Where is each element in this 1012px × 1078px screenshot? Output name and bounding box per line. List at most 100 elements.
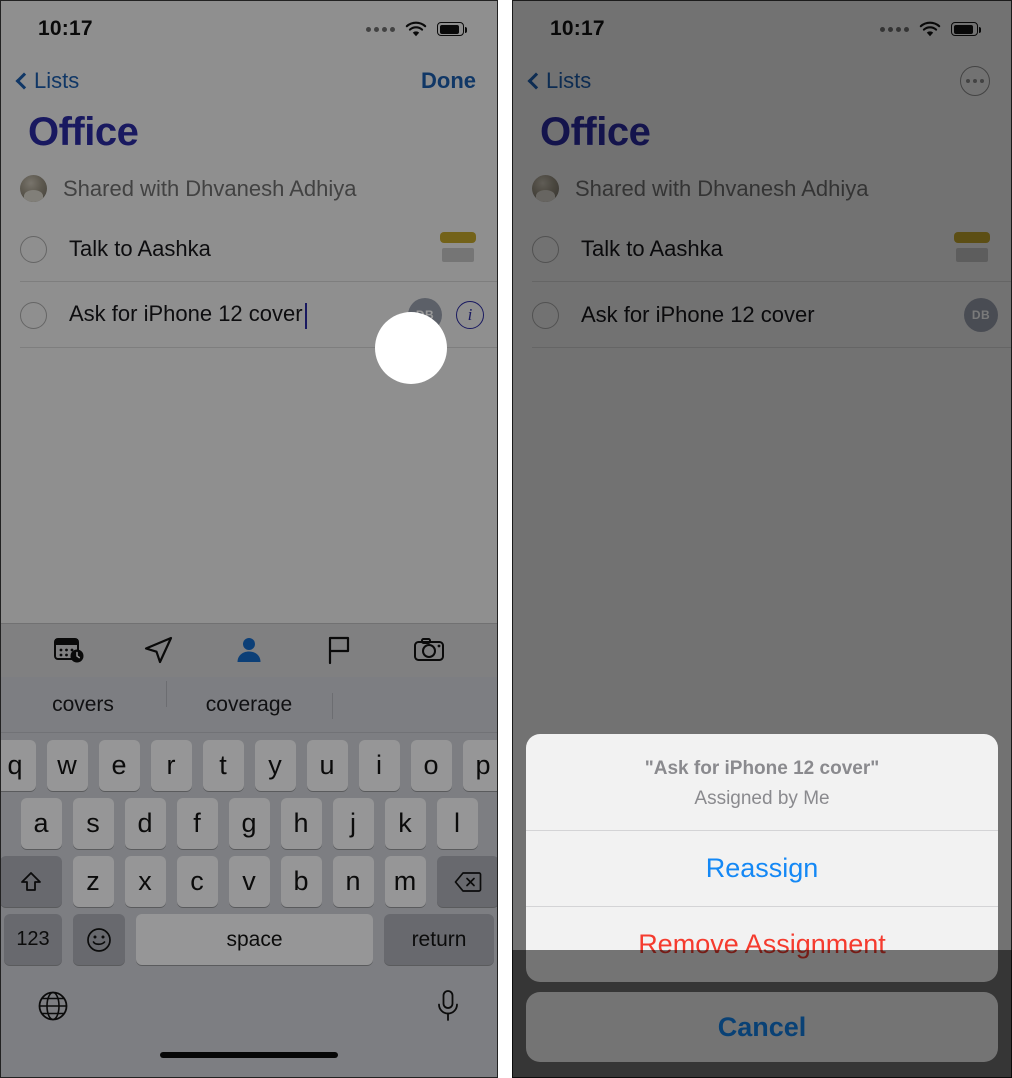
page-title: Office — [28, 110, 139, 154]
table-row[interactable]: Talk to Aashka — [512, 216, 1012, 282]
key-l[interactable]: l — [436, 798, 478, 849]
incomplete-circle-icon[interactable] — [532, 301, 559, 329]
key-t[interactable]: t — [202, 740, 244, 791]
action-sheet: "Ask for iPhone 12 cover" Assigned by Me… — [512, 734, 1012, 1078]
software-keyboard: covers coverage q w e r t y u i o p a s … — [0, 677, 498, 1078]
globe-language-icon[interactable] — [36, 989, 70, 1028]
back-button[interactable]: Lists — [524, 68, 591, 94]
person-icon[interactable] — [233, 635, 265, 667]
smiley-face-icon[interactable] — [73, 914, 125, 965]
navigation-bar: Lists — [512, 58, 1012, 104]
info-circle-icon[interactable]: i — [456, 301, 484, 329]
key-f[interactable]: f — [176, 798, 218, 849]
wifi-icon — [405, 21, 427, 38]
reminder-list: Talk to Aashka Ask for iPhone 12 cover D… — [0, 216, 498, 623]
shared-with-label: Shared with Dhvanesh Adhiya — [63, 175, 357, 201]
key-g[interactable]: g — [228, 798, 270, 849]
reminder-title: Talk to Aashka — [581, 236, 723, 261]
key-x[interactable]: x — [124, 856, 166, 907]
screenshot-stage: 10:17 Lists Done Office Shared with Dhva… — [0, 0, 1012, 1078]
assignee-avatar[interactable]: DB — [964, 298, 998, 332]
wifi-icon — [919, 21, 941, 38]
action-sheet-header: "Ask for iPhone 12 cover" Assigned by Me — [526, 734, 998, 830]
table-row[interactable]: Talk to Aashka — [0, 216, 498, 282]
cancel-button[interactable]: Cancel — [526, 992, 998, 1062]
contact-photo-avatar — [20, 175, 47, 202]
action-sheet-title: "Ask for iPhone 12 cover" — [644, 758, 880, 779]
key-n[interactable]: n — [332, 856, 374, 907]
key-k[interactable]: k — [384, 798, 426, 849]
key-s[interactable]: s — [72, 798, 114, 849]
incomplete-circle-icon[interactable] — [20, 301, 47, 329]
text-cursor — [304, 302, 307, 329]
status-bar-clock: 10:17 — [38, 17, 93, 40]
key-z[interactable]: z — [72, 856, 114, 907]
key-v[interactable]: v — [228, 856, 270, 907]
status-bar: 10:17 — [0, 0, 498, 58]
battery-icon — [951, 22, 981, 36]
status-bar-indicators — [880, 21, 981, 38]
key-y[interactable]: y — [254, 740, 296, 791]
flag-chip — [952, 232, 992, 266]
incomplete-circle-icon[interactable] — [532, 235, 559, 263]
remove-assignment-button[interactable]: Remove Assignment — [526, 906, 998, 982]
location-arrow-icon[interactable] — [143, 635, 175, 667]
key-p[interactable]: p — [462, 740, 498, 791]
return-key[interactable]: return — [384, 914, 494, 965]
key-m[interactable]: m — [384, 856, 426, 907]
done-button[interactable]: Done — [421, 68, 476, 94]
reminder-title-editing[interactable]: Ask for iPhone 12 cover — [69, 301, 307, 329]
shared-with-label: Shared with Dhvanesh Adhiya — [575, 175, 869, 201]
key-r[interactable]: r — [150, 740, 192, 791]
back-button-label: Lists — [34, 68, 80, 93]
keyboard-row-1: q w e r t y u i o p — [0, 740, 498, 791]
space-key[interactable]: space — [136, 914, 373, 965]
key-i[interactable]: i — [358, 740, 400, 791]
reminder-title: Talk to Aashka — [69, 236, 211, 261]
numbers-key[interactable]: 123 — [4, 914, 62, 965]
table-row[interactable]: Ask for iPhone 12 cover DB i — [0, 282, 498, 348]
keyboard-bottom-bar — [0, 972, 498, 1044]
home-indicator — [0, 1044, 498, 1078]
prediction-2[interactable]: coverage — [166, 680, 332, 717]
assignee-avatar[interactable]: DB — [408, 298, 442, 332]
page-title: Office — [540, 110, 651, 154]
reassign-button[interactable]: Reassign — [526, 830, 998, 906]
battery-icon — [437, 22, 467, 36]
ellipsis-circle-icon[interactable] — [960, 66, 990, 96]
backspace-delete-icon[interactable] — [436, 856, 498, 907]
key-u[interactable]: u — [306, 740, 348, 791]
calendar-clock-icon[interactable] — [53, 635, 85, 667]
key-h[interactable]: h — [280, 798, 322, 849]
phone-screen-left: 10:17 Lists Done Office Shared with Dhva… — [0, 0, 498, 1078]
flag-chip — [438, 232, 478, 266]
key-q[interactable]: q — [0, 740, 36, 791]
shift-up-arrow-icon[interactable] — [0, 856, 62, 907]
phone-screen-right: 10:17 Lists Office Shared with Dhvanesh … — [512, 0, 1012, 1078]
status-bar: 10:17 — [512, 0, 1012, 58]
key-w[interactable]: w — [46, 740, 88, 791]
signal-dots-icon — [366, 26, 395, 32]
prediction-1[interactable]: covers — [0, 693, 166, 717]
shared-with-row[interactable]: Shared with Dhvanesh Adhiya — [512, 165, 1012, 216]
key-c[interactable]: c — [176, 856, 218, 907]
contact-photo-avatar — [532, 175, 559, 202]
reminder-title: Ask for iPhone 12 cover — [581, 302, 815, 327]
camera-icon[interactable] — [413, 635, 445, 667]
table-row[interactable]: Ask for iPhone 12 cover DB — [512, 282, 1012, 348]
navigation-bar: Lists Done — [0, 58, 498, 104]
key-j[interactable]: j — [332, 798, 374, 849]
key-a[interactable]: a — [20, 798, 62, 849]
back-button[interactable]: Lists — [12, 68, 79, 94]
incomplete-circle-icon[interactable] — [20, 235, 47, 263]
key-b[interactable]: b — [280, 856, 322, 907]
key-e[interactable]: e — [98, 740, 140, 791]
microphone-icon[interactable] — [434, 989, 462, 1028]
flag-icon[interactable] — [323, 635, 355, 667]
key-d[interactable]: d — [124, 798, 166, 849]
reminder-edit-toolbar — [0, 623, 498, 677]
action-sheet-subtitle: Assigned by Me — [694, 788, 830, 809]
keyboard-row-2: a s d f g h j k l — [0, 798, 498, 849]
key-o[interactable]: o — [410, 740, 452, 791]
shared-with-row[interactable]: Shared with Dhvanesh Adhiya — [0, 165, 498, 216]
